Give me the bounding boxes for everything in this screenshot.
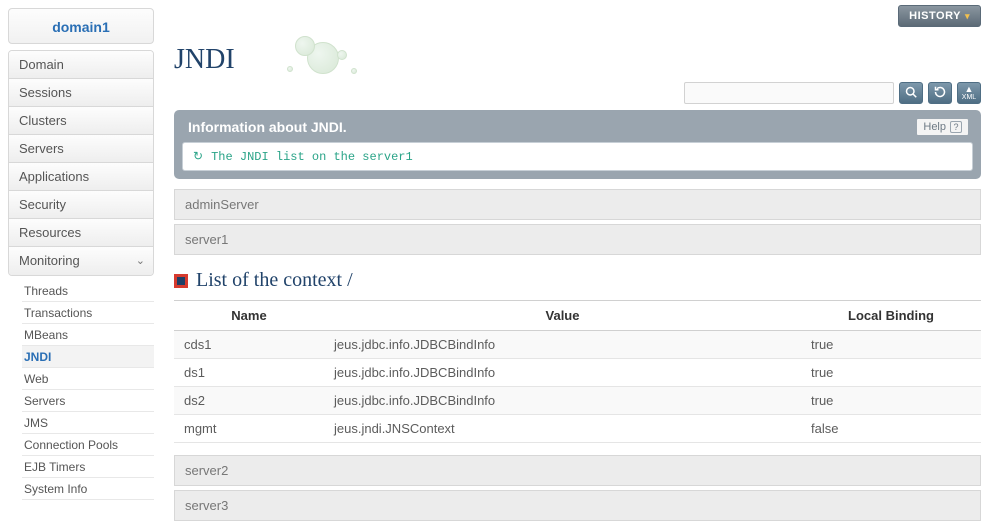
nav-item-servers[interactable]: Servers <box>9 135 153 163</box>
cell-value: jeus.jndi.JNSContext <box>324 415 801 443</box>
nav-item-security[interactable]: Security <box>9 191 153 219</box>
section-bullet-icon <box>174 274 188 288</box>
cell-value: jeus.jdbc.info.JDBCBindInfo <box>324 387 801 415</box>
info-panel: Information about JNDI. Help ? ↻ The JND… <box>174 110 981 179</box>
sync-icon: ↻ <box>193 149 203 164</box>
subnav-monitoring: Threads Transactions MBeans JNDI Web Ser… <box>8 276 154 508</box>
nav-item-sessions[interactable]: Sessions <box>9 79 153 107</box>
help-icon: ? <box>950 121 962 133</box>
history-label: HISTORY <box>909 6 961 26</box>
nav-item-domain[interactable]: Domain <box>9 51 153 79</box>
table-row[interactable]: ds2 jeus.jdbc.info.JDBCBindInfo true <box>174 387 981 415</box>
table-row[interactable]: ds1 jeus.jdbc.info.JDBCBindInfo true <box>174 359 981 387</box>
cell-name: mgmt <box>174 415 324 443</box>
server-row-server2[interactable]: server2 <box>174 455 981 486</box>
nav-item-resources[interactable]: Resources <box>9 219 153 247</box>
chevron-down-icon: ⌄ <box>136 247 145 275</box>
sub-item-system-info[interactable]: System Info <box>22 478 154 500</box>
table-row[interactable]: mgmt jeus.jndi.JNSContext false <box>174 415 981 443</box>
decorative-bubbles <box>247 38 357 82</box>
upload-icon: ▲ <box>965 85 974 94</box>
cell-name: ds2 <box>174 387 324 415</box>
col-local-binding[interactable]: Local Binding <box>801 301 981 331</box>
cell-value: jeus.jdbc.info.JDBCBindInfo <box>324 359 801 387</box>
cell-local: true <box>801 359 981 387</box>
export-xml-button[interactable]: ▲ XML <box>957 82 981 104</box>
context-table: Name Value Local Binding cds1 jeus.jdbc.… <box>174 300 981 443</box>
section-title-text: List of the context / <box>196 269 353 292</box>
search-icon <box>905 86 917 101</box>
sub-item-threads[interactable]: Threads <box>22 280 154 302</box>
cell-local: true <box>801 387 981 415</box>
search-button[interactable] <box>899 82 923 104</box>
cell-local: true <box>801 331 981 359</box>
cell-name: ds1 <box>174 359 324 387</box>
history-button[interactable]: HISTORY ▾ <box>898 5 981 27</box>
sub-item-servers[interactable]: Servers <box>22 390 154 412</box>
nav-group: Domain Sessions Clusters Servers Applica… <box>8 50 154 276</box>
refresh-button[interactable] <box>928 82 952 104</box>
search-input[interactable] <box>684 82 894 104</box>
cell-name: cds1 <box>174 331 324 359</box>
sub-item-jndi[interactable]: JNDI <box>22 346 154 368</box>
server-row-adminserver[interactable]: adminServer <box>174 189 981 220</box>
server-row-server1[interactable]: server1 <box>174 224 981 255</box>
sub-item-jms[interactable]: JMS <box>22 412 154 434</box>
main-content: HISTORY ▾ JNDI ▲ X <box>160 0 995 513</box>
caret-down-icon: ▾ <box>965 6 970 26</box>
info-message: The JNDI list on the server1 <box>211 150 413 164</box>
sidebar: domain1 Domain Sessions Clusters Servers… <box>0 0 160 513</box>
cell-value: jeus.jdbc.info.JDBCBindInfo <box>324 331 801 359</box>
server-row-server3[interactable]: server3 <box>174 490 981 521</box>
info-panel-title: Information about JNDI. <box>188 119 347 135</box>
sub-item-connection-pools[interactable]: Connection Pools <box>22 434 154 456</box>
sub-item-mbeans[interactable]: MBeans <box>22 324 154 346</box>
col-value[interactable]: Value <box>324 301 801 331</box>
xml-label: XML <box>962 94 976 101</box>
info-panel-body: ↻ The JNDI list on the server1 <box>182 142 973 171</box>
page-title: JNDI <box>174 44 235 76</box>
sub-item-web[interactable]: Web <box>22 368 154 390</box>
nav-item-applications[interactable]: Applications <box>9 163 153 191</box>
nav-item-clusters[interactable]: Clusters <box>9 107 153 135</box>
col-name[interactable]: Name <box>174 301 324 331</box>
help-button[interactable]: Help ? <box>916 118 969 136</box>
nav-item-label: Monitoring <box>19 253 80 268</box>
sub-item-ejb-timers[interactable]: EJB Timers <box>22 456 154 478</box>
nav-item-monitoring[interactable]: Monitoring ⌄ <box>9 247 153 275</box>
cell-local: false <box>801 415 981 443</box>
table-row[interactable]: cds1 jeus.jdbc.info.JDBCBindInfo true <box>174 331 981 359</box>
domain-header[interactable]: domain1 <box>8 8 154 44</box>
help-label: Help <box>923 119 946 135</box>
sub-item-transactions[interactable]: Transactions <box>22 302 154 324</box>
refresh-icon <box>934 86 946 101</box>
section-title: List of the context / <box>174 269 981 292</box>
